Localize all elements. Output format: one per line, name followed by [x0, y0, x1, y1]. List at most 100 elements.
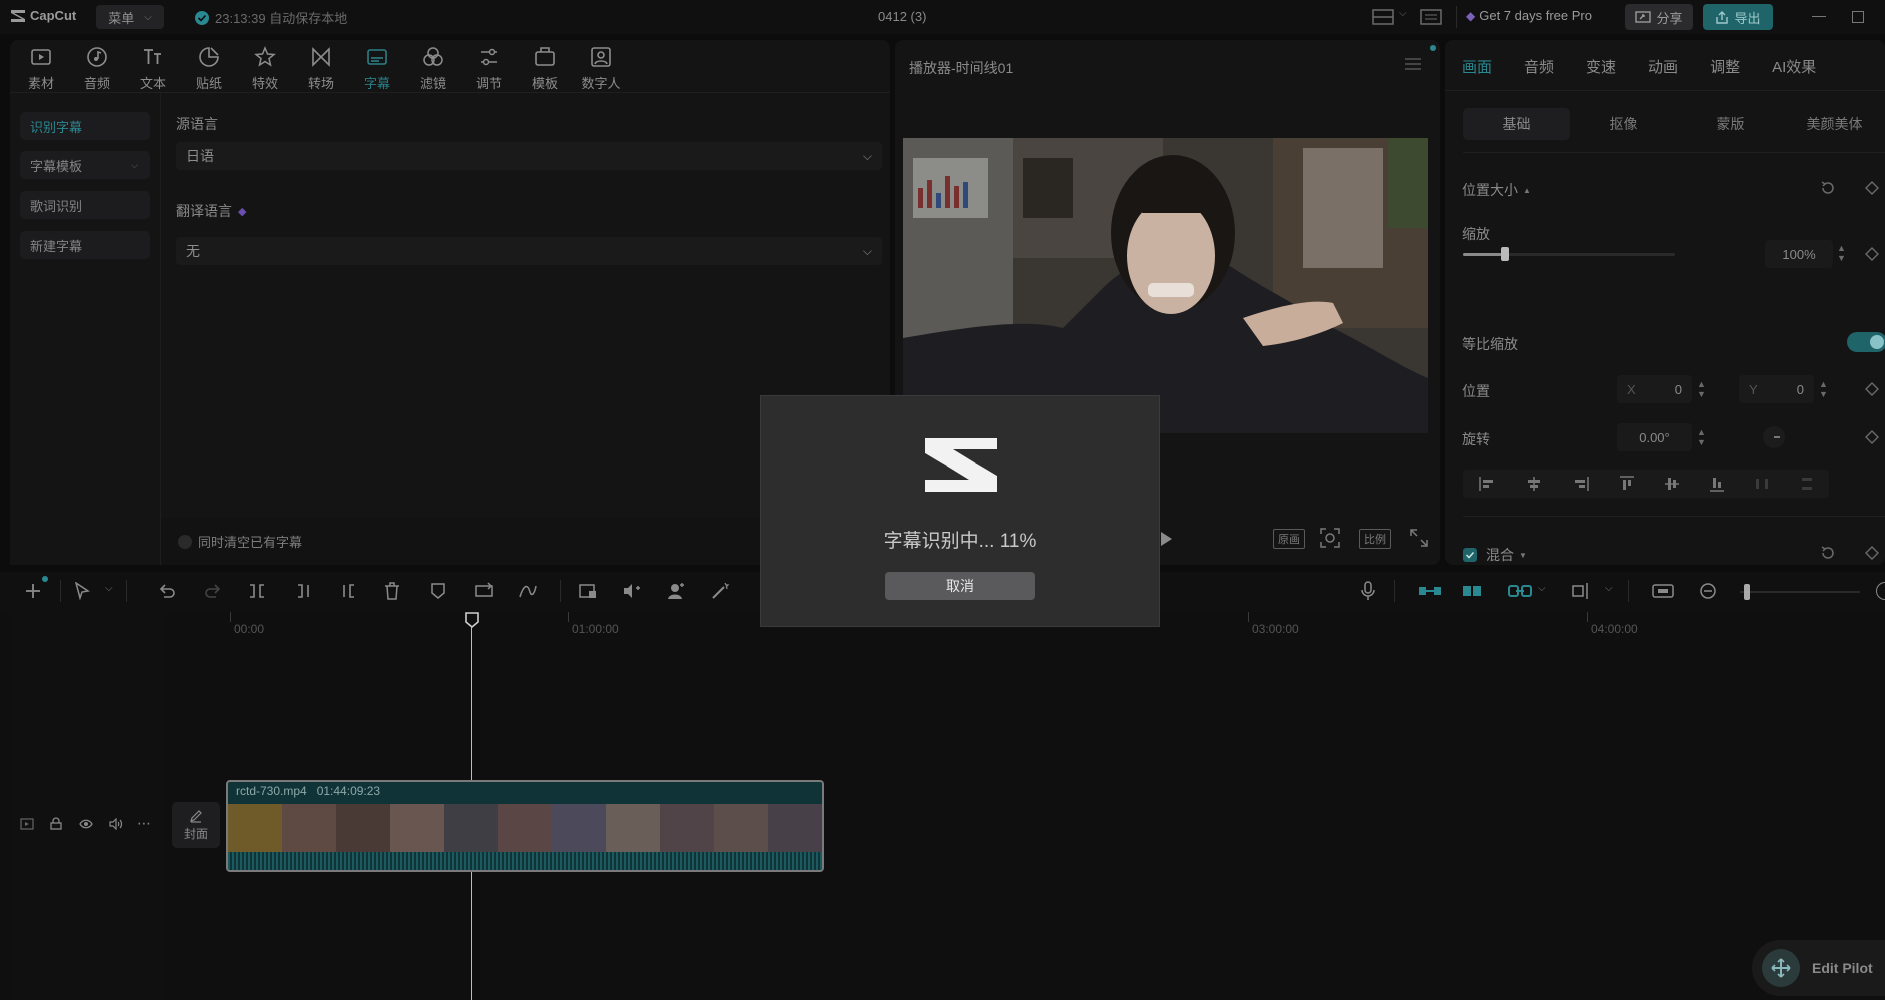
tool-tab-media[interactable]: 素材: [13, 42, 69, 94]
chevron-down-icon[interactable]: ⌵: [1538, 583, 1546, 594]
blend-section[interactable]: 混合 ▼: [1463, 545, 1527, 565]
blend-checkbox[interactable]: [1463, 548, 1477, 562]
trim-left-icon[interactable]: [294, 583, 312, 599]
tool-tab-captions[interactable]: 字幕: [349, 42, 405, 94]
subtab-beauty[interactable]: 美颜美体: [1784, 114, 1885, 134]
subtab-basic[interactable]: 基础: [1463, 108, 1570, 140]
delete-icon[interactable]: [384, 582, 400, 600]
tool-tab-template[interactable]: 模板: [517, 42, 573, 94]
menu-icon[interactable]: [1405, 58, 1421, 70]
aspect-ratio-button[interactable]: 比例: [1359, 529, 1391, 549]
position-y-field[interactable]: Y 0: [1739, 375, 1814, 403]
rotation-field[interactable]: 0.00°: [1617, 423, 1692, 451]
lock-icon[interactable]: [50, 817, 62, 830]
maximize-icon[interactable]: [1852, 11, 1864, 23]
tool-tab-effects[interactable]: 特效: [237, 42, 293, 94]
tab-canvas[interactable]: 画面: [1462, 56, 1492, 77]
trim-right-icon[interactable]: [340, 583, 358, 599]
caption-preview-icon[interactable]: [1652, 583, 1674, 599]
pro-offer-button[interactable]: ◆ Get 7 days free Pro: [1466, 8, 1592, 23]
position-x-field[interactable]: X 0: [1617, 375, 1692, 403]
playhead-handle[interactable]: [465, 612, 479, 628]
position-size-section[interactable]: 位置大小 ▲: [1462, 180, 1531, 200]
y-stepper-icon[interactable]: ▲ ▼: [1819, 379, 1828, 399]
audio-separate-icon[interactable]: [622, 582, 642, 600]
marker-icon[interactable]: [430, 582, 446, 600]
select-cursor-icon[interactable]: [74, 582, 90, 600]
menu-button[interactable]: 菜单 ⌵: [96, 5, 164, 29]
tool-tab-sticker[interactable]: 贴纸: [181, 42, 237, 94]
freeze-frame-icon[interactable]: [578, 582, 598, 600]
tab-audio[interactable]: 音频: [1524, 56, 1554, 77]
sidebar-item-lyrics-recognition[interactable]: 歌词识别: [20, 191, 150, 219]
tab-animation[interactable]: 动画: [1648, 56, 1678, 77]
tab-adjust[interactable]: 调整: [1710, 56, 1740, 77]
video-preview[interactable]: [903, 138, 1428, 433]
loop-icon[interactable]: [474, 582, 494, 600]
magic-wand-icon[interactable]: [710, 582, 730, 600]
chevron-down-icon[interactable]: ⌵: [1605, 583, 1613, 594]
fullscreen-crop-icon[interactable]: [1320, 528, 1340, 548]
clear-existing-checkbox-row[interactable]: 同时清空已有字幕: [178, 532, 302, 551]
align-center-v-icon[interactable]: [1664, 476, 1679, 492]
tool-tab-text[interactable]: 文本: [125, 42, 181, 94]
speaker-icon[interactable]: [109, 817, 123, 830]
source-language-select[interactable]: 日语 ⌵: [176, 142, 882, 170]
tool-tab-filter[interactable]: 滤镜: [405, 42, 461, 94]
align-bottom-icon[interactable]: [1709, 476, 1724, 492]
add-track-icon[interactable]: [24, 582, 42, 600]
align-center-h-icon[interactable]: [1526, 477, 1542, 491]
layout-icon[interactable]: [1372, 9, 1394, 25]
more-icon[interactable]: ⋯: [137, 815, 152, 832]
sidebar-item-caption-templates[interactable]: 字幕模板 ⌵: [20, 151, 150, 179]
reset-icon[interactable]: [1820, 545, 1836, 561]
subtab-cutout[interactable]: 抠像: [1570, 114, 1677, 134]
main-track-magnet-icon[interactable]: [1418, 583, 1442, 599]
edit-pilot-button[interactable]: Edit Pilot: [1752, 940, 1885, 996]
eye-icon[interactable]: [79, 819, 93, 829]
keyframe-icon[interactable]: [1865, 382, 1879, 396]
cover-button[interactable]: 封面: [172, 802, 220, 848]
tab-ai-effects[interactable]: AI效果: [1772, 56, 1816, 77]
original-quality-button[interactable]: 原画: [1273, 529, 1305, 549]
speed-curve-icon[interactable]: [518, 582, 538, 600]
microphone-icon[interactable]: [1360, 581, 1376, 601]
undo-icon[interactable]: [158, 583, 176, 599]
chevron-down-icon[interactable]: ⌵: [105, 583, 113, 594]
subtab-mask[interactable]: 蒙版: [1677, 114, 1784, 134]
scale-slider[interactable]: [1463, 247, 1675, 261]
x-stepper-icon[interactable]: ▲ ▼: [1697, 379, 1706, 399]
rotation-dial[interactable]: [1763, 426, 1785, 448]
expand-icon[interactable]: [1410, 529, 1428, 547]
clear-existing-checkbox[interactable]: [178, 534, 192, 549]
zoom-in-icon[interactable]: [1876, 582, 1885, 600]
tool-tab-audio[interactable]: 音频: [69, 42, 125, 94]
scale-value-field[interactable]: 100%: [1765, 240, 1833, 268]
video-clip[interactable]: rctd-730.mp4 01:44:09:23: [226, 780, 824, 872]
align-right-icon[interactable]: [1573, 477, 1589, 491]
sidebar-item-new-caption[interactable]: 新建字幕: [20, 231, 150, 259]
keyframe-icon[interactable]: [1865, 546, 1879, 560]
zoom-slider-thumb[interactable]: [1744, 584, 1750, 600]
share-button[interactable]: 分享: [1625, 4, 1693, 30]
tool-tab-adjust[interactable]: 调节: [461, 42, 517, 94]
uniform-scale-toggle[interactable]: [1847, 332, 1885, 352]
tool-tab-transition[interactable]: 转场: [293, 42, 349, 94]
align-top-icon[interactable]: [1619, 476, 1634, 492]
reset-icon[interactable]: [1820, 180, 1836, 196]
link-icon[interactable]: [1508, 583, 1532, 599]
tab-speed[interactable]: 变速: [1586, 56, 1616, 77]
shortcut-icon[interactable]: [1420, 9, 1442, 25]
align-left-icon[interactable]: [1478, 477, 1495, 491]
redo-icon[interactable]: [204, 583, 222, 599]
keyframe-icon[interactable]: [1865, 430, 1879, 444]
translate-language-select[interactable]: 无 ⌵: [176, 237, 882, 265]
person-cutout-icon[interactable]: [666, 582, 686, 600]
keyframe-icon[interactable]: [1865, 247, 1879, 261]
rotation-stepper-icon[interactable]: ▲ ▼: [1697, 427, 1706, 447]
tool-tab-digital-human[interactable]: 数字人: [573, 42, 629, 94]
scale-slider-thumb[interactable]: [1501, 247, 1510, 261]
zoom-out-icon[interactable]: [1699, 582, 1717, 600]
export-button[interactable]: 导出: [1703, 4, 1773, 30]
scale-stepper-icon[interactable]: ▲ ▼: [1837, 243, 1846, 263]
